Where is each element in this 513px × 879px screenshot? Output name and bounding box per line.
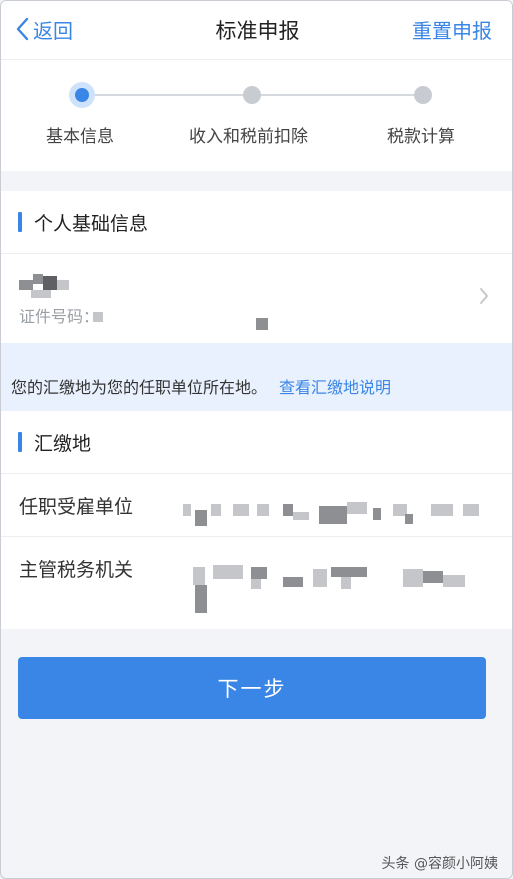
remit-location-title: 汇缴地 (34, 433, 92, 455)
tax-office-label: 主管税务机关 (19, 559, 134, 581)
step-label-3: 税款计算 (387, 127, 455, 147)
personal-info-row[interactable]: 证件号码： (1, 253, 512, 343)
employer-label: 任职受雇单位 (19, 496, 134, 518)
step-label-1: 基本信息 (46, 127, 114, 147)
chevron-right-icon (480, 288, 488, 304)
personal-info-header: 个人基础信息 (1, 191, 512, 253)
step-dot-1 (69, 82, 95, 108)
progress-steps: 基本信息 收入和税前扣除 税款计算 (1, 59, 512, 171)
view-remit-explanation-link[interactable]: 查看汇缴地说明 (279, 378, 391, 397)
nav-header: 返回 标准申报 重置申报 (1, 1, 512, 59)
remit-location-header: 汇缴地 (1, 411, 512, 473)
step-connector (93, 94, 245, 96)
remit-notice: 您的汇缴地为您的任职单位所在地。 查看汇缴地说明 (1, 343, 512, 411)
step-label-2: 收入和税前扣除 (189, 127, 308, 147)
personal-info-title: 个人基础信息 (34, 213, 149, 235)
step-connector (259, 94, 415, 96)
watermark-text: 头条 @容颜小阿姨 (381, 856, 498, 872)
next-step-button[interactable]: 下一步 (18, 657, 486, 719)
app-screen: 返回 标准申报 重置申报 基本信息 收入和税前扣除 税款计算 个人基础信息 证件… (0, 0, 513, 879)
notice-text: 您的汇缴地为您的任职单位所在地。 (11, 378, 268, 397)
section-accent-bar (18, 212, 22, 232)
notice-text-line: 您的汇缴地为您的任职单位所在地。 查看汇缴地说明 (11, 374, 391, 398)
step-dot-2 (243, 86, 261, 104)
id-number-label: 证件号码： (19, 307, 100, 326)
step-dot-3 (414, 86, 432, 104)
employer-row[interactable]: 任职受雇单位 (1, 473, 512, 536)
tax-office-row[interactable]: 主管税务机关 (1, 536, 512, 629)
section-accent-bar (18, 432, 22, 452)
reset-declaration-button[interactable]: 重置申报 (412, 15, 492, 44)
